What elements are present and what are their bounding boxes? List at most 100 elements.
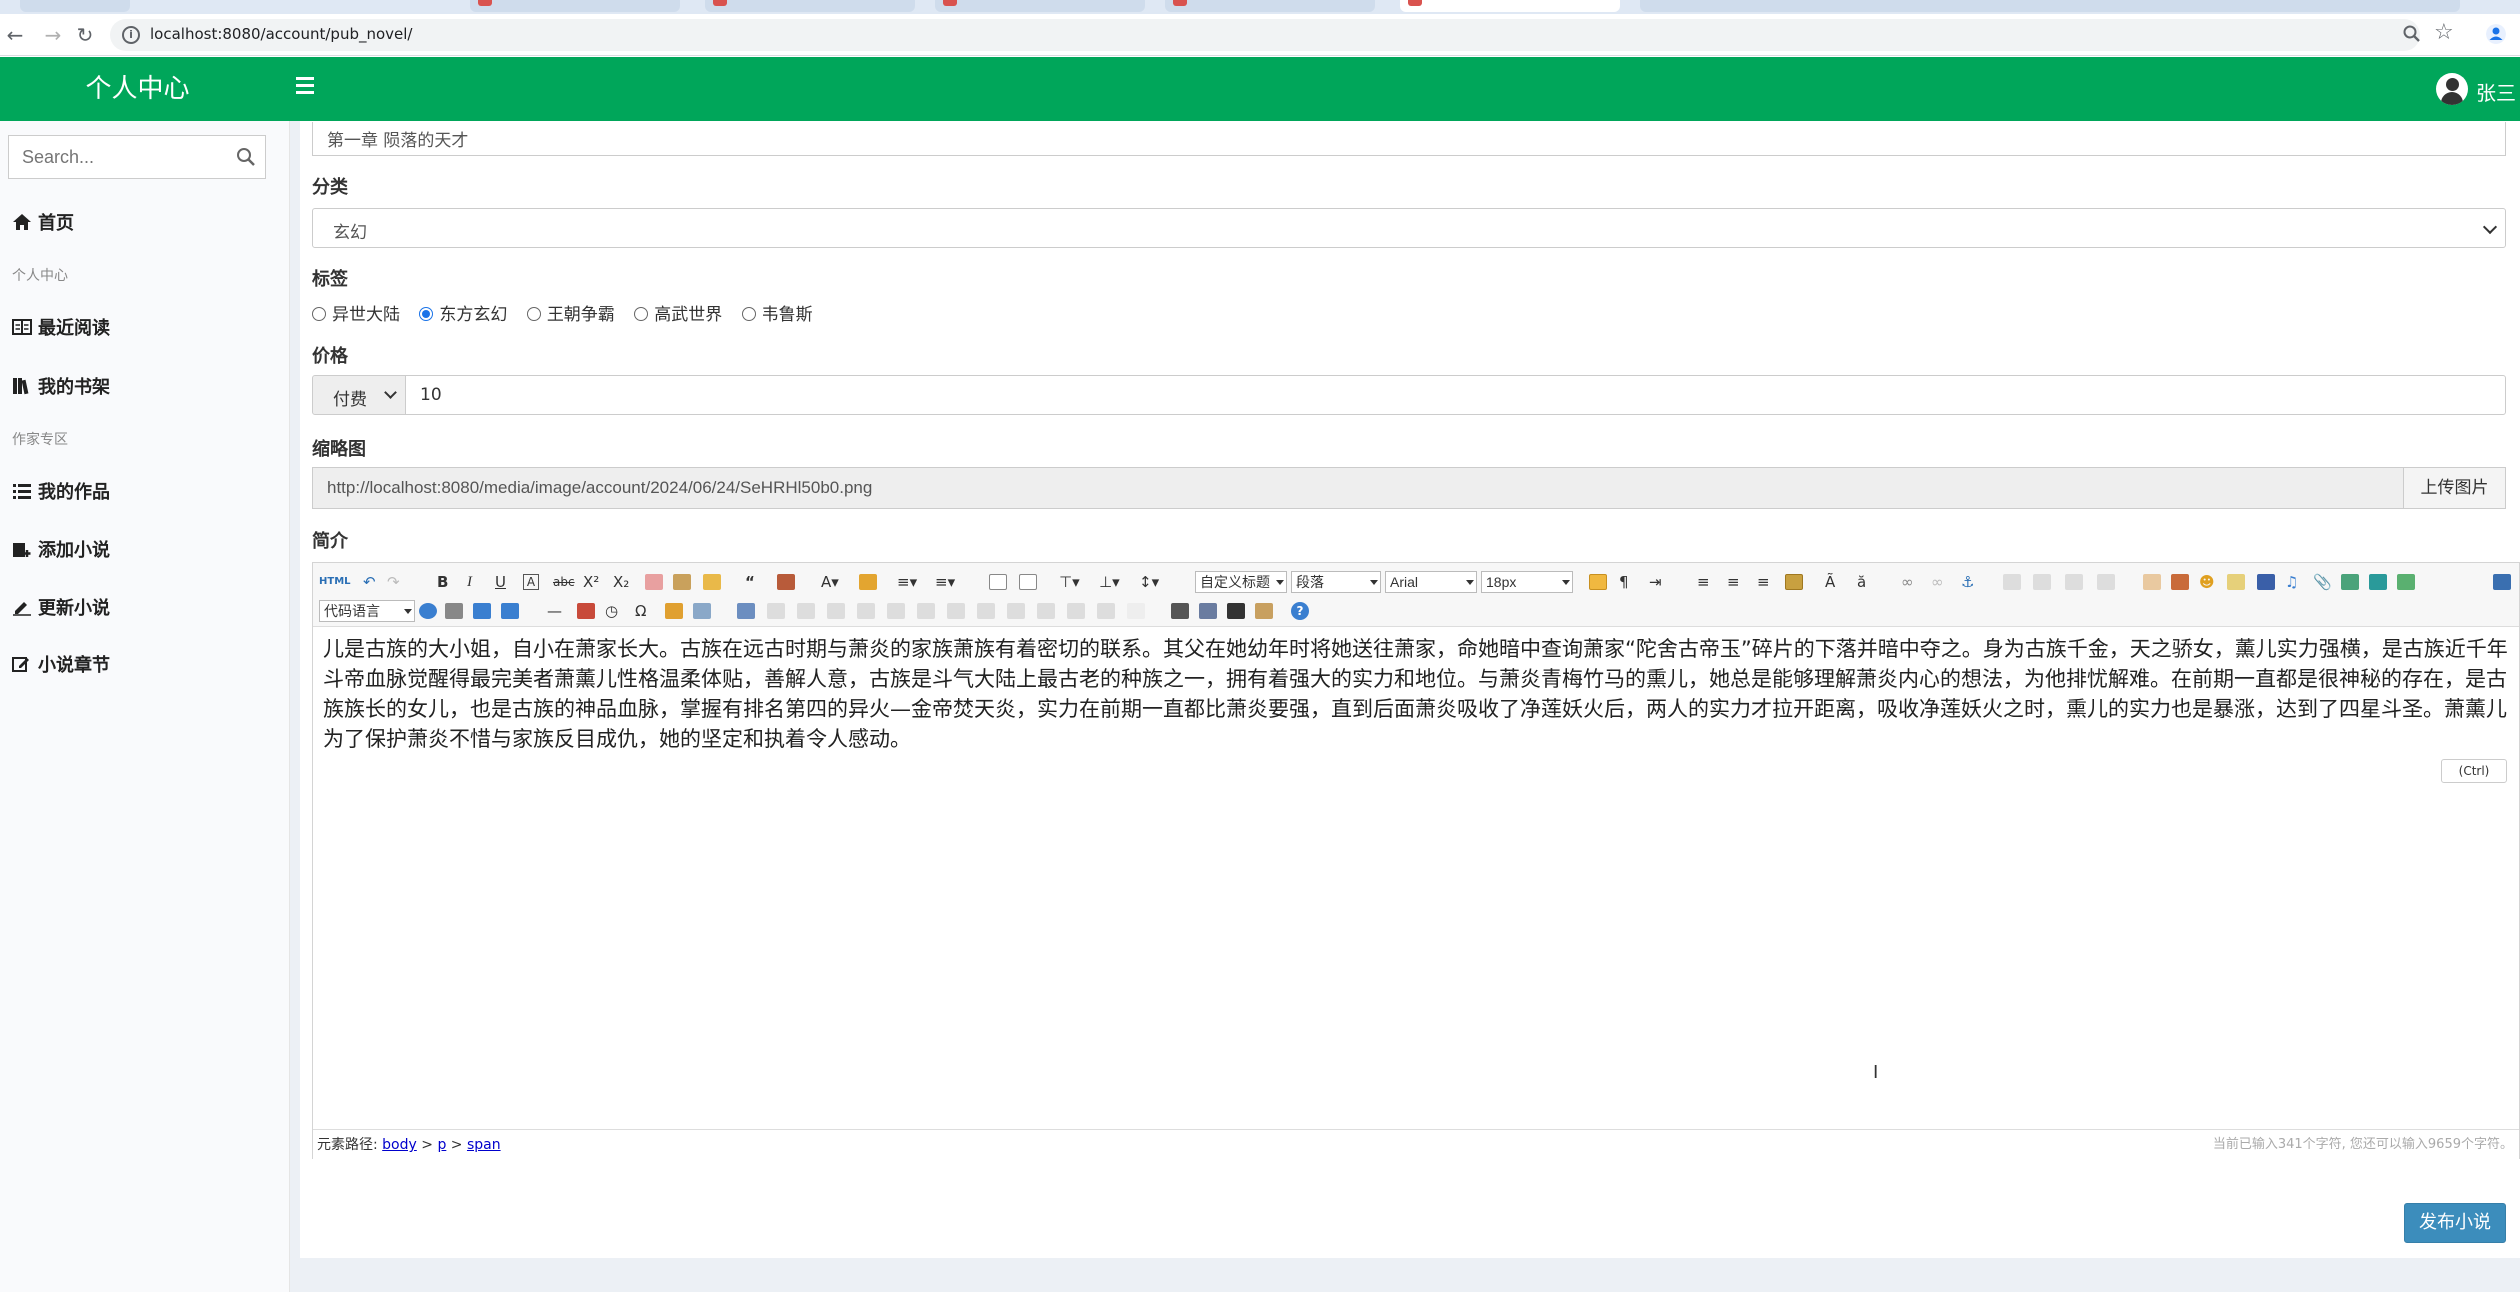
editor-content[interactable]: 儿是古族的大小姐，自小在萧家长大。古族在远古时期与萧炎的家族萧族有着密切的联系。… (313, 628, 2519, 1093)
undo-icon[interactable]: ↶ (363, 571, 376, 593)
insert-image-icon[interactable] (2171, 574, 2189, 590)
print-icon[interactable] (1171, 603, 1189, 619)
to-lower-icon[interactable]: ă (1857, 571, 1866, 593)
align-justify-icon[interactable] (1785, 574, 1803, 590)
font-color-icon[interactable]: A▾ (821, 571, 839, 593)
sidebar-item-add-novel[interactable]: 添加小说 (12, 536, 110, 568)
browser-tab[interactable] (1640, 0, 2460, 12)
insert-table-icon[interactable] (737, 603, 755, 619)
clear-doc-icon[interactable] (1019, 574, 1037, 590)
page-break-icon[interactable] (419, 603, 437, 619)
price-type-select[interactable]: 付费 (312, 375, 406, 415)
insert-code-icon[interactable] (445, 603, 463, 619)
category-select[interactable]: 玄幻 (312, 208, 2506, 248)
scrawl-icon[interactable] (2227, 574, 2245, 590)
time-icon[interactable]: ◷ (605, 600, 618, 622)
tag-radio[interactable]: 韦鲁斯 (741, 300, 813, 325)
search-input[interactable] (10, 137, 220, 177)
subscript-icon[interactable]: X₂ (613, 571, 629, 593)
split-cells-icon[interactable] (1037, 603, 1055, 619)
insert-row-icon[interactable] (827, 603, 845, 619)
avatar[interactable] (2436, 73, 2468, 105)
font-family-select[interactable]: Arial (1385, 571, 1477, 593)
sidebar-item-bookshelf[interactable]: 我的书架 (12, 373, 110, 405)
format-brush-icon[interactable] (673, 574, 691, 590)
line-height-icon[interactable]: ↕▾ (1139, 571, 1159, 593)
bold-icon[interactable]: B (437, 571, 448, 593)
code-language-select[interactable]: 代码语言 (319, 600, 415, 622)
to-upper-icon[interactable]: Ã (1825, 571, 1835, 593)
custom-heading-select[interactable]: 自定义标题 (1195, 571, 1287, 593)
url-field[interactable]: i localhost:8080/account/pub_novel/ (110, 19, 2420, 51)
ordered-list-icon[interactable]: ≡▾ (897, 571, 917, 593)
radio-button[interactable] (634, 307, 649, 321)
sidebar-item-update-novel[interactable]: 更新小说 (12, 594, 110, 626)
sidebar-toggle-icon[interactable] (296, 77, 318, 101)
price-input[interactable]: 10 (405, 375, 2506, 415)
browser-tab[interactable] (1165, 0, 1375, 12)
font-size-select[interactable]: 18px (1481, 571, 1573, 593)
emotion-icon[interactable]: ☻ (2199, 571, 2215, 593)
fullscreen-icon[interactable] (2493, 574, 2511, 590)
italic-icon[interactable]: I (467, 571, 472, 593)
image-center-icon[interactable] (2097, 574, 2115, 590)
insert-audio-icon[interactable]: ♫ (2285, 571, 2298, 593)
indent-icon[interactable]: ⇥ (1649, 571, 1662, 593)
redo-icon[interactable]: ↷ (387, 571, 400, 593)
browser-tab[interactable] (935, 0, 1145, 12)
delete-table-icon[interactable] (767, 603, 785, 619)
link-icon[interactable]: ∞ (1901, 571, 1914, 593)
upload-image-button[interactable]: 上传图片 (2403, 467, 2506, 509)
browser-tab[interactable] (470, 0, 680, 12)
browser-tab[interactable] (705, 0, 915, 12)
delete-row-icon[interactable] (857, 603, 875, 619)
wordimage-icon[interactable] (665, 603, 683, 619)
row-spacing-top-icon[interactable]: ⊤▾ (1059, 571, 1080, 593)
font-border-icon[interactable]: A (523, 574, 539, 590)
thumb-url-input[interactable]: http://localhost:8080/media/image/accoun… (312, 467, 2404, 509)
drafts-icon[interactable] (1255, 603, 1273, 619)
insert-paragraph-before-table-icon[interactable] (797, 603, 815, 619)
row-spacing-bottom-icon[interactable]: ⊥▾ (1099, 571, 1120, 593)
horizontal-rule-icon[interactable]: — (547, 600, 562, 622)
path-span-link[interactable]: span (467, 1137, 501, 1153)
zoom-icon[interactable] (2402, 24, 2422, 44)
preview-icon[interactable] (1199, 603, 1217, 619)
chapter-title-input[interactable]: 第一章 陨落的天才 (312, 122, 2506, 156)
url-text[interactable]: localhost:8080/account/pub_novel/ (150, 25, 413, 43)
unordered-list-icon[interactable]: ≡▾ (935, 571, 955, 593)
merge-cells-icon[interactable] (947, 603, 965, 619)
sidebar-item-my-works[interactable]: 我的作品 (12, 478, 110, 510)
insert-col-icon[interactable] (887, 603, 905, 619)
path-body-link[interactable]: body (382, 1137, 417, 1153)
split-cols-icon[interactable] (1097, 603, 1115, 619)
tag-radio[interactable]: 异世大陆 (312, 300, 400, 325)
profile-icon[interactable] (2486, 24, 2506, 44)
sidebar-item-home[interactable]: 首页 (12, 209, 74, 241)
simple-upload-icon[interactable] (2143, 574, 2161, 590)
image-none-icon[interactable] (2003, 574, 2021, 590)
help-icon[interactable]: ? (1291, 602, 1309, 620)
underline-icon[interactable]: U (495, 571, 506, 593)
html-source-button[interactable]: HTML (319, 571, 351, 593)
user-name[interactable]: 张三 (2476, 77, 2516, 106)
sidebar-item-chapters[interactable]: 小说章节 (12, 651, 110, 683)
bookmark-star-icon[interactable]: ☆ (2434, 20, 2454, 46)
image-right-icon[interactable] (2065, 574, 2083, 590)
forward-icon[interactable]: → (40, 22, 66, 48)
radio-button[interactable] (312, 307, 326, 321)
radio-button-selected[interactable] (419, 307, 434, 321)
tag-radio[interactable]: 高武世界 (634, 300, 722, 325)
browser-tab-active[interactable] (1400, 0, 1620, 12)
app-brand[interactable]: 个人中心 (0, 57, 275, 121)
insert-frame-icon[interactable] (2397, 574, 2415, 590)
strikethrough-icon[interactable]: abc (553, 571, 575, 593)
align-right-icon[interactable]: ≡ (1757, 571, 1770, 593)
publish-novel-button[interactable]: 发布小说 (2404, 1203, 2506, 1243)
highlight-icon[interactable] (859, 574, 877, 590)
path-p-link[interactable]: p (437, 1137, 446, 1153)
superscript-icon[interactable]: X² (583, 571, 599, 593)
align-left-icon[interactable]: ≡ (1697, 571, 1710, 593)
edit-tip-icon[interactable] (693, 603, 711, 619)
attachment-icon[interactable]: 📎 (2313, 571, 2332, 593)
